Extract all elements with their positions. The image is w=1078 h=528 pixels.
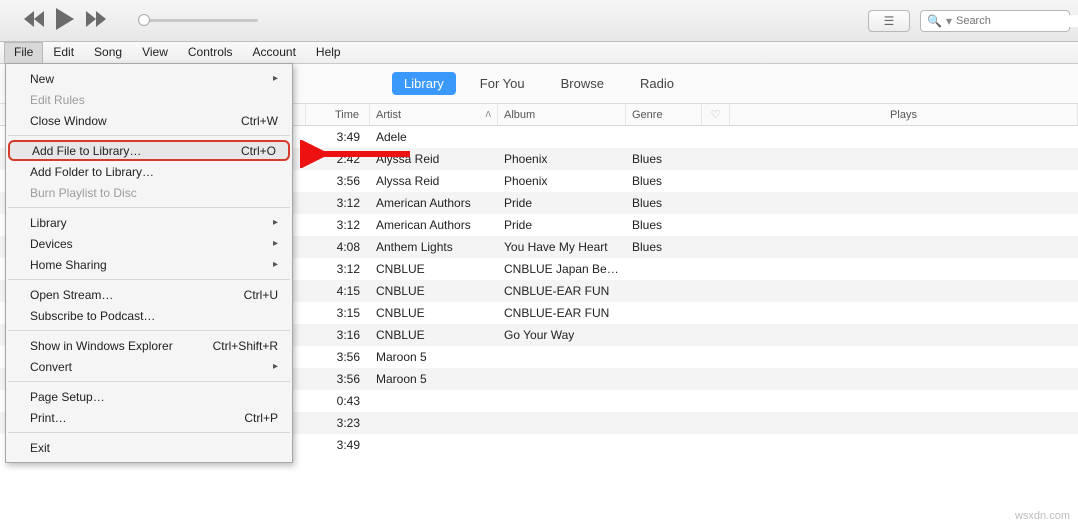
menu-item-new[interactable]: New [6,68,292,89]
menu-item-burn-playlist-to-disc: Burn Playlist to Disc [6,182,292,203]
cell-time: 3:12 [306,262,370,276]
cell-album: Phoenix [498,174,626,188]
cell-genre: Blues [626,218,702,232]
next-track-button[interactable] [86,11,108,30]
cell-time: 3:15 [306,306,370,320]
tab-library[interactable]: Library [392,72,456,95]
menu-item-open-stream[interactable]: Open Stream…Ctrl+U [6,284,292,305]
cell-album: Go Your Way [498,328,626,342]
menu-item-print[interactable]: Print…Ctrl+P [6,407,292,428]
cell-time: 3:23 [306,416,370,430]
cell-artist: CNBLUE [370,262,498,276]
menu-help[interactable]: Help [306,42,351,63]
menu-edit[interactable]: Edit [43,42,84,63]
search-box[interactable]: 🔍 ▾ [920,10,1070,32]
cell-time: 4:08 [306,240,370,254]
column-time[interactable]: Time [306,104,370,125]
cell-genre: Blues [626,152,702,166]
column-genre[interactable]: Genre [626,104,702,125]
cell-time: 3:56 [306,174,370,188]
cell-album: CNBLUE-EAR FUN [498,284,626,298]
cell-album: Pride [498,218,626,232]
player-toolbar: ☰ 🔍 ▾ [0,0,1078,42]
cell-album: CNBLUE-EAR FUN [498,306,626,320]
tab-radio[interactable]: Radio [628,72,686,95]
cell-artist: Maroon 5 [370,350,498,364]
menu-item-add-folder-to-library[interactable]: Add Folder to Library… [6,161,292,182]
cell-artist: American Authors [370,218,498,232]
menu-controls[interactable]: Controls [178,42,243,63]
cell-time: 3:12 [306,196,370,210]
cell-genre: Blues [626,174,702,188]
cell-artist: Maroon 5 [370,372,498,386]
volume-slider[interactable] [138,19,258,22]
column-album[interactable]: Album [498,104,626,125]
search-chevron-icon: ▾ [946,14,952,28]
menu-item-home-sharing[interactable]: Home Sharing [6,254,292,275]
menu-item-library[interactable]: Library [6,212,292,233]
watermark: wsxdn.com [1015,510,1070,522]
cell-artist: CNBLUE [370,328,498,342]
cell-album: Phoenix [498,152,626,166]
menu-file[interactable]: File [4,42,43,63]
menu-item-subscribe-to-podcast[interactable]: Subscribe to Podcast… [6,305,292,326]
cell-genre: Blues [626,240,702,254]
sort-asc-icon: ᐱ [486,110,491,119]
menu-song[interactable]: Song [84,42,132,63]
menu-item-page-setup[interactable]: Page Setup… [6,386,292,407]
cell-artist: Alyssa Reid [370,174,498,188]
column-artist[interactable]: Artistᐱ [370,104,498,125]
column-favorite[interactable]: ♡ [702,104,730,125]
cell-time: 3:49 [306,438,370,452]
cell-time: 4:15 [306,284,370,298]
cell-artist: CNBLUE [370,306,498,320]
cell-artist: Anthem Lights [370,240,498,254]
search-icon: 🔍 [927,14,942,28]
cell-album: CNBLUE Japan Best… [498,262,626,276]
cell-album: Pride [498,196,626,210]
cell-time: 3:16 [306,328,370,342]
cell-time: 3:56 [306,372,370,386]
menu-bar: FileEditSongViewControlsAccountHelp [0,42,1078,64]
cell-time: 3:12 [306,218,370,232]
cell-time: 0:43 [306,394,370,408]
menu-item-add-file-to-library[interactable]: Add File to Library…Ctrl+O [8,140,290,161]
menu-item-convert[interactable]: Convert [6,356,292,377]
menu-item-show-in-windows-explorer[interactable]: Show in Windows ExplorerCtrl+Shift+R [6,335,292,356]
menu-item-exit[interactable]: Exit [6,437,292,458]
tab-for-you[interactable]: For You [468,72,537,95]
menu-account[interactable]: Account [243,42,306,63]
cell-time: 3:56 [306,350,370,364]
previous-track-button[interactable] [24,11,46,30]
annotation-arrow-icon [300,140,420,168]
file-menu-dropdown: NewEdit RulesClose WindowCtrl+W Add File … [5,63,293,463]
column-plays[interactable]: Plays [730,104,1078,125]
tab-browse[interactable]: Browse [549,72,616,95]
cell-genre: Blues [626,196,702,210]
cell-album: You Have My Heart [498,240,626,254]
cell-artist: CNBLUE [370,284,498,298]
cell-artist: American Authors [370,196,498,210]
menu-item-close-window[interactable]: Close WindowCtrl+W [6,110,292,131]
menu-item-devices[interactable]: Devices [6,233,292,254]
play-button[interactable] [56,8,76,33]
list-view-button[interactable]: ☰ [868,10,910,32]
menu-view[interactable]: View [132,42,178,63]
menu-item-edit-rules: Edit Rules [6,89,292,110]
search-input[interactable] [956,15,1078,27]
